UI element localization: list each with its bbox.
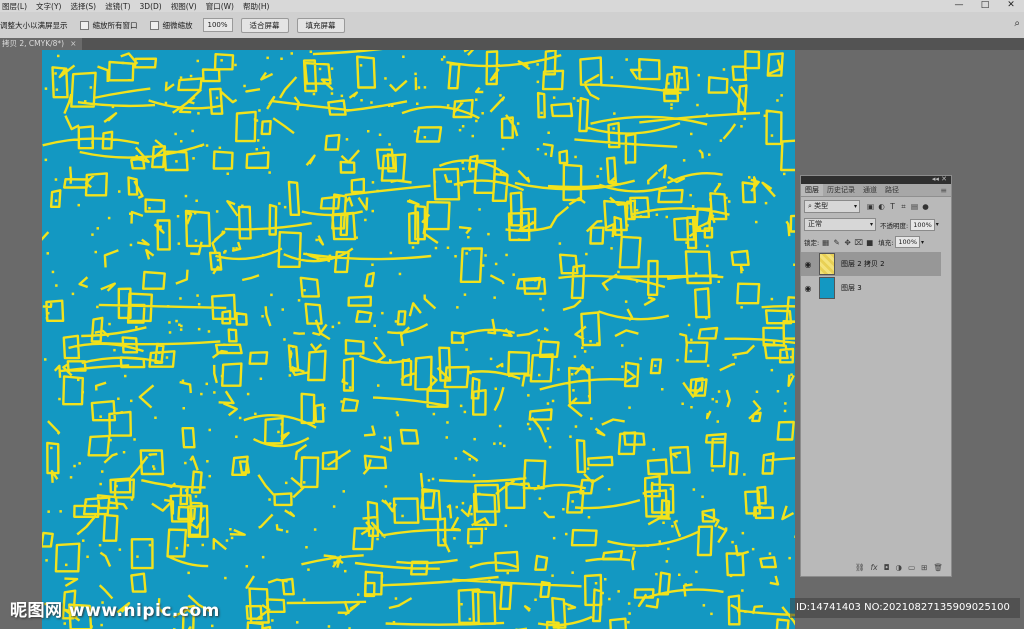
eye-icon[interactable]: ◉ xyxy=(801,260,815,269)
filter-row: ⌕ 类型 ▾ ▣ ◐ T ⌗ ▤ ● xyxy=(804,200,930,213)
filter-search-icon: ⌕ xyxy=(808,202,812,210)
fx-icon[interactable]: fx xyxy=(871,563,878,572)
opacity-field[interactable]: 100% xyxy=(910,218,935,231)
link-icon[interactable]: ⛓ xyxy=(855,563,865,572)
menu-layer[interactable]: 图层(L) xyxy=(0,1,34,12)
minimize-button[interactable]: — xyxy=(946,0,972,12)
watermark-left: 昵图网 www.nipic.com xyxy=(10,601,220,621)
layer-row[interactable]: ◉ 图层 3 xyxy=(801,276,941,300)
search-icon[interactable]: ⌕ xyxy=(1014,18,1020,29)
menu-bar: 图层(L) 文字(Y) 选择(S) 滤镜(T) 3D(D) 视图(V) 窗口(W… xyxy=(0,0,1024,12)
menu-view[interactable]: 视图(V) xyxy=(169,1,204,12)
layers-panel: ◂◂ ✕ 图层 历史记录 通道 路径 ≡ ⌕ 类型 ▾ ▣ ◐ T ⌗ ▤ ● … xyxy=(800,175,952,577)
blend-mode-label: 正常 xyxy=(808,220,822,228)
document-tab-title: 拷贝 2, CMYK/8*) xyxy=(2,39,65,48)
tab-channels[interactable]: 通道 xyxy=(859,184,881,196)
layer-row[interactable]: ◉ 图层 2 拷贝 2 xyxy=(801,252,941,276)
lock-row: 锁定: ▦ ✎ ✥ ⌧ ■ 填充: 100% ▾ xyxy=(804,236,924,248)
menu-filter[interactable]: 滤镜(T) xyxy=(103,1,137,12)
lock-artboard-icon[interactable]: ⌧ xyxy=(854,238,863,247)
zoom-all-checkbox[interactable] xyxy=(79,20,89,30)
fill-screen-button[interactable]: 填充屏幕 xyxy=(296,17,345,33)
menu-window[interactable]: 窗口(W) xyxy=(204,1,241,12)
filter-toggle-icon[interactable]: ● xyxy=(921,202,930,211)
layer-thumbnail xyxy=(819,277,835,299)
group-icon[interactable]: ▭ xyxy=(908,563,915,572)
lock-position-icon[interactable]: ✥ xyxy=(843,238,852,247)
close-window-button[interactable]: ✕ xyxy=(998,0,1024,12)
chevron-down-icon[interactable]: ▾ xyxy=(921,239,924,246)
doodle-pattern xyxy=(42,50,795,629)
shape-filter-icon[interactable]: ⌗ xyxy=(899,202,908,212)
scrubby-zoom-checkbox[interactable] xyxy=(149,20,159,30)
fit-screen-button[interactable]: 适合屏幕 xyxy=(240,17,289,33)
lock-image-icon[interactable]: ✎ xyxy=(832,238,841,247)
smart-object-filter-icon[interactable]: ▤ xyxy=(910,202,919,211)
tab-history[interactable]: 历史记录 xyxy=(823,184,859,196)
fill-label: 填充: xyxy=(878,239,894,247)
menu-select[interactable]: 选择(S) xyxy=(68,1,103,12)
opacity-label: 不透明度: xyxy=(880,221,909,230)
lock-label: 锁定: xyxy=(804,239,820,247)
tab-layers[interactable]: 图层 xyxy=(801,184,823,196)
menu-3d[interactable]: 3D(D) xyxy=(138,2,169,11)
pattern-lines xyxy=(42,50,795,629)
blend-mode-select[interactable]: 正常 ▾ xyxy=(804,218,876,231)
layer-name: 图层 2 拷贝 2 xyxy=(841,260,885,268)
lock-transparent-icon[interactable]: ▦ xyxy=(821,238,830,247)
fit-window-label[interactable]: 调整大小以满屏显示 xyxy=(0,20,68,31)
maximize-button[interactable]: □ xyxy=(972,0,998,12)
options-bar: 调整大小以满屏显示 缩放所有窗口 细微缩放 100% 适合屏幕 填充屏幕 ⌕ xyxy=(0,12,1024,39)
panel-footer: ⛓ fx ◘ ◑ ▭ ⊞ 🗑 xyxy=(801,563,951,572)
tab-paths[interactable]: 路径 xyxy=(881,184,903,196)
layer-name: 图层 3 xyxy=(841,284,862,292)
pixel-filter-icon[interactable]: ▣ xyxy=(866,202,875,211)
type-filter-icon[interactable]: T xyxy=(888,202,897,211)
menu-type[interactable]: 文字(Y) xyxy=(34,1,68,12)
watermark-right: ID:14741403 NO:20210827135909025100 xyxy=(790,598,1020,618)
mask-icon[interactable]: ◘ xyxy=(884,563,890,572)
layer-thumbnail xyxy=(819,253,835,275)
zoom-all-label: 缩放所有窗口 xyxy=(92,20,138,30)
trash-icon[interactable]: 🗑 xyxy=(933,563,943,572)
lock-all-icon[interactable]: ■ xyxy=(865,238,874,247)
document-tab-bar: 拷贝 2, CMYK/8*) × xyxy=(0,38,1024,50)
menu-help[interactable]: 帮助(H) xyxy=(241,1,277,12)
chevron-down-icon[interactable]: ▾ xyxy=(936,221,939,228)
panel-header: ◂◂ ✕ xyxy=(801,175,951,184)
blend-row: 正常 ▾ 不透明度: 100% ▾ xyxy=(804,218,939,231)
chevron-down-icon: ▾ xyxy=(853,203,857,210)
zoom-field[interactable]: 100% xyxy=(202,18,233,32)
close-tab-icon[interactable]: × xyxy=(70,39,76,48)
adjustment-icon[interactable]: ◑ xyxy=(896,563,903,572)
panel-menu-icon[interactable]: ≡ xyxy=(940,186,947,195)
panel-tabs: 图层 历史记录 通道 路径 ≡ xyxy=(801,184,951,197)
chevron-down-icon: ▾ xyxy=(869,221,873,228)
window-controls: — □ ✕ xyxy=(946,0,1024,12)
document-canvas[interactable] xyxy=(42,50,795,629)
pattern-dots xyxy=(44,50,795,629)
scrubby-zoom-label: 细微缩放 xyxy=(162,20,193,30)
filter-select[interactable]: ⌕ 类型 ▾ xyxy=(804,200,860,213)
new-layer-icon[interactable]: ⊞ xyxy=(921,563,927,572)
fill-field[interactable]: 100% xyxy=(895,236,920,248)
adjustment-filter-icon[interactable]: ◐ xyxy=(877,202,886,211)
document-tab[interactable]: 拷贝 2, CMYK/8*) × xyxy=(0,38,83,50)
collapse-panel-icon[interactable]: ◂◂ ✕ xyxy=(932,175,947,183)
eye-icon[interactable]: ◉ xyxy=(801,284,815,293)
filter-type-label: 类型 xyxy=(814,202,829,210)
